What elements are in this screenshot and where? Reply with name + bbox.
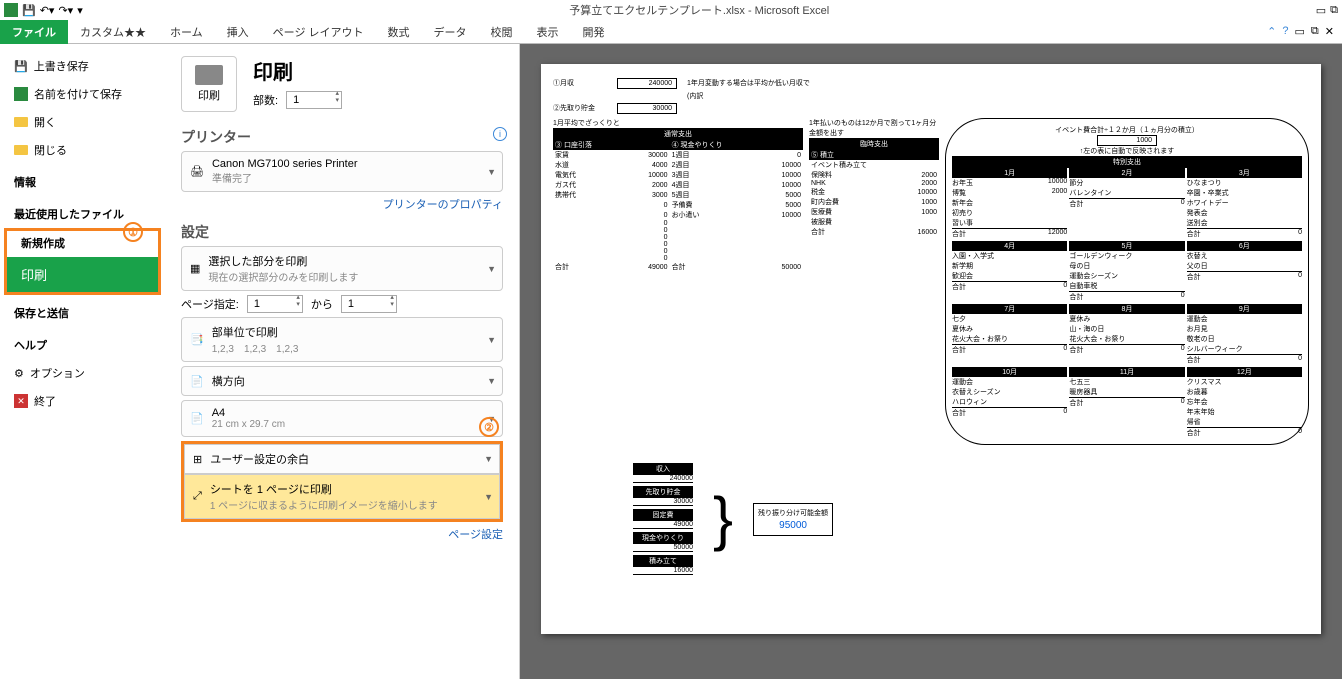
win-min-icon[interactable]: ▭ [1295, 25, 1305, 38]
sidebar-print[interactable]: 印刷 [7, 257, 158, 292]
sidebar-info[interactable]: 情報 [0, 164, 165, 196]
annotation-box-2: ⊞ ユーザー設定の余白 ▼ ⤢ シートを 1 ページに印刷1 ページに収まるよう… [181, 441, 503, 522]
exit-icon: ✕ [14, 394, 28, 408]
undo-icon[interactable]: ↶▾ [40, 4, 55, 17]
printer-select[interactable]: 🖨 Canon MG7100 series Printer準備完了 ▼ [181, 151, 503, 192]
saveas-icon [14, 87, 28, 101]
sidebar-send[interactable]: 保存と送信 [0, 295, 165, 327]
tab-custom[interactable]: カスタム★★ [68, 20, 158, 44]
printer-properties-link[interactable]: プリンターのプロパティ [181, 196, 503, 212]
win-close-icon[interactable]: ✕ [1325, 25, 1334, 38]
print-preview: ①月収2400001年月変動する場合は平均か低い月収で(内訳②先取り貯金3000… [520, 44, 1342, 679]
margins-icon: ⊞ [193, 453, 202, 466]
tab-file[interactable]: ファイル [0, 20, 68, 44]
title-bar: 💾 ↶▾ ↷▾ ▾ 予算立てエクセルテンプレート.xlsx - Microsof… [0, 0, 1342, 20]
sidebar-recent[interactable]: 最近使用したファイル [0, 196, 165, 228]
chevron-down-icon: ▼ [487, 335, 496, 345]
ribbon-min-icon[interactable]: ⌃ [1267, 25, 1276, 38]
paper-icon: 📄 [190, 412, 204, 425]
minimize-icon[interactable]: ▭ [1316, 4, 1326, 17]
scaling-icon: ⤢ [193, 490, 202, 503]
tab-review[interactable]: 校閲 [479, 20, 525, 44]
app-icon [4, 3, 18, 17]
page-setup-link[interactable]: ページ設定 [181, 526, 503, 542]
print-what-select[interactable]: ▦ 選択した部分を印刷現在の選択部分のみを印刷します ▼ [181, 246, 503, 291]
sidebar-options[interactable]: ⚙オプション [0, 359, 165, 387]
printer-icon [195, 65, 223, 85]
sidebar-save[interactable]: 💾上書き保存 [0, 52, 165, 80]
copies-label: 部数: [253, 92, 278, 108]
restore-icon[interactable]: ⧉ [1330, 4, 1338, 17]
chevron-down-icon: ▼ [484, 454, 493, 464]
redo-icon[interactable]: ↷▾ [58, 4, 73, 17]
print-button[interactable]: 印刷 [181, 56, 237, 112]
tab-insert[interactable]: 挿入 [215, 20, 261, 44]
collate-select[interactable]: 📑 部単位で印刷1,2,3 1,2,3 1,2,3 ▼ [181, 317, 503, 362]
page-to-input[interactable]: 1 [341, 295, 397, 313]
print-settings-panel: 印刷 印刷 部数: 1 プリンター i 🖨 Canon MG7100 serie… [165, 44, 520, 679]
chevron-down-icon: ▼ [487, 376, 496, 386]
chevron-down-icon: ▼ [484, 492, 493, 502]
orientation-icon: 📄 [190, 375, 204, 388]
save-disk-icon: 💾 [14, 60, 28, 73]
chevron-down-icon: ▼ [487, 264, 496, 274]
backstage-sidebar: 💾上書き保存 名前を付けて保存 開く 閉じる 情報 最近使用したファイル ① 新… [0, 44, 165, 679]
sidebar-saveas[interactable]: 名前を付けて保存 [0, 80, 165, 108]
tab-dev[interactable]: 開発 [571, 20, 617, 44]
win-restore-icon[interactable]: ⧉ [1311, 25, 1319, 38]
paper-size-select[interactable]: 📄 A421 cm x 29.7 cm ▼ [181, 400, 503, 437]
options-icon: ⚙ [14, 367, 24, 380]
sidebar-close[interactable]: 閉じる [0, 136, 165, 164]
save-icon[interactable]: 💾 [22, 4, 36, 17]
sidebar-open[interactable]: 開く [0, 108, 165, 136]
tab-view[interactable]: 表示 [525, 20, 571, 44]
margins-select[interactable]: ⊞ ユーザー設定の余白 ▼ [184, 444, 500, 474]
grid-icon: ▦ [190, 262, 200, 275]
settings-heading: 設定 [181, 222, 503, 242]
window-title: 予算立てエクセルテンプレート.xlsx - Microsoft Excel [83, 2, 1316, 18]
to-label: から [311, 296, 333, 312]
pages-label: ページ指定: [181, 296, 239, 312]
info-icon[interactable]: i [493, 127, 507, 141]
collate-icon: 📑 [190, 333, 204, 346]
orientation-select[interactable]: 📄 横方向 ▼ [181, 366, 503, 396]
tab-layout[interactable]: ページ レイアウト [261, 20, 376, 44]
preview-page: ①月収2400001年月変動する場合は平均か低い月収で(内訳②先取り貯金3000… [541, 64, 1321, 634]
folder-close-icon [14, 145, 28, 155]
tab-formula[interactable]: 数式 [376, 20, 422, 44]
annotation-2: ② [479, 417, 499, 437]
ribbon-tabs: ファイル カスタム★★ ホーム 挿入 ページ レイアウト 数式 データ 校閲 表… [0, 20, 1342, 44]
sidebar-exit[interactable]: ✕終了 [0, 387, 165, 415]
printer-device-icon: 🖨 [190, 165, 204, 178]
chevron-down-icon: ▼ [487, 167, 496, 177]
help-icon[interactable]: ? [1282, 25, 1288, 38]
tab-home[interactable]: ホーム [158, 20, 215, 44]
folder-open-icon [14, 117, 28, 127]
annotation-1: ① [123, 222, 143, 242]
sidebar-help[interactable]: ヘルプ [0, 327, 165, 359]
print-heading: 印刷 [253, 56, 342, 85]
tab-data[interactable]: データ [422, 20, 479, 44]
page-from-input[interactable]: 1 [247, 295, 303, 313]
printer-heading: プリンター [181, 127, 503, 147]
scaling-select[interactable]: ⤢ シートを 1 ページに印刷1 ページに収まるように印刷イメージを縮小します … [184, 474, 500, 519]
copies-input[interactable]: 1 [286, 91, 342, 109]
